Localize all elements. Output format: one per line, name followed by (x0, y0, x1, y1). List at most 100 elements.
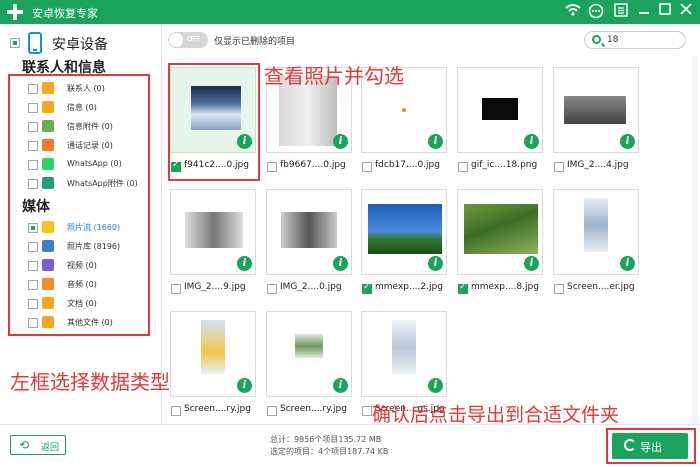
photo-tile[interactable]: i (170, 311, 256, 397)
file-name: Screen....ry.jpg (184, 404, 251, 414)
photo-thumbnail (464, 204, 538, 254)
selected-stats: 选定的项目：4个项目187.74 KB (270, 447, 389, 456)
file-name-row[interactable]: gif_ic....18.png (458, 160, 554, 174)
toggle-knob (169, 33, 183, 47)
file-checkbox[interactable] (554, 284, 564, 294)
bottom-bar: ⟲ 返回 总计：9856个项目135.72 MB 选定的项目：4个项目187.7… (0, 424, 700, 467)
device-checkbox[interactable] (10, 38, 20, 48)
file-checkbox[interactable] (458, 162, 468, 172)
file-checkbox[interactable] (554, 162, 564, 172)
photo-tile[interactable]: i (457, 67, 543, 153)
annotation-frame-export (606, 428, 696, 464)
file-name: fdcb17....0.jpg (375, 160, 440, 170)
info-icon[interactable]: i (428, 134, 443, 149)
file-name-row[interactable]: Screen....ry.jpg (171, 404, 267, 418)
minimize-icon[interactable] (635, 3, 653, 21)
file-name: IMG_2....9.jpg (184, 282, 246, 292)
wifi-icon[interactable] (564, 3, 582, 21)
photo-thumbnail (402, 108, 406, 112)
device-label: 安卓设备 (52, 37, 108, 53)
info-icon[interactable]: i (237, 256, 252, 271)
info-icon[interactable]: i (333, 256, 348, 271)
back-label: 返回 (41, 443, 60, 453)
info-icon[interactable]: i (333, 134, 348, 149)
menu-icon[interactable] (612, 3, 630, 21)
photo-thumbnail (564, 96, 626, 124)
device-row[interactable]: 安卓设备 (10, 32, 160, 56)
annotation-confirm-export: 确认后点击导出到合适文件夹 (372, 404, 620, 426)
annotation-left-frame: 左框选择数据类型 (10, 370, 170, 394)
photo-thumbnail (482, 98, 518, 120)
photo-tile[interactable]: i (457, 189, 543, 275)
file-checkbox[interactable] (171, 406, 181, 416)
back-arrow-icon: ⟲ (19, 438, 30, 452)
info-icon[interactable]: i (620, 256, 635, 271)
file-name: Screen....ry.jpg (280, 404, 347, 414)
file-checkbox[interactable] (362, 162, 372, 172)
file-checkbox[interactable] (458, 282, 468, 294)
file-name-row[interactable]: IMG_2....4.jpg (554, 160, 650, 174)
close-icon[interactable] (677, 3, 695, 21)
info-icon[interactable]: i (524, 134, 539, 149)
title-bar: 安卓恢复专家 (0, 0, 700, 24)
file-name: mmexp....2.jpg (375, 282, 443, 292)
search-input[interactable]: 18 (607, 35, 618, 45)
photo-thumbnail (584, 198, 608, 252)
info-icon[interactable]: i (524, 256, 539, 271)
back-button[interactable]: ⟲ 返回 (10, 435, 66, 455)
file-name-row[interactable]: fb9667....0.jpg (267, 160, 363, 174)
file-checkbox[interactable] (267, 284, 277, 294)
file-name-row[interactable]: mmexp....2.jpg (362, 282, 458, 296)
file-name-row[interactable]: IMG_2....0.jpg (267, 282, 363, 296)
photo-tile[interactable]: i (170, 189, 256, 275)
photo-tile[interactable]: i (553, 189, 639, 275)
search-icon (592, 35, 601, 44)
photo-thumbnail (281, 212, 337, 248)
info-icon[interactable]: i (333, 378, 348, 393)
file-name: IMG_2....0.jpg (280, 282, 342, 292)
phone-icon (28, 32, 42, 54)
photo-tile[interactable]: i (361, 311, 447, 397)
annotation-frame-selected (168, 63, 260, 181)
file-checkbox[interactable] (362, 282, 372, 294)
file-name: gif_ic....18.png (471, 160, 538, 170)
info-icon[interactable]: i (237, 378, 252, 393)
feedback-icon[interactable] (587, 3, 605, 21)
photo-tile[interactable]: i (266, 311, 352, 397)
file-name: IMG_2....4.jpg (567, 160, 629, 170)
file-name-row[interactable]: Screen....ry.jpg (267, 404, 363, 418)
file-name: fb9667....0.jpg (280, 160, 346, 170)
file-checkbox[interactable] (362, 406, 372, 416)
info-icon[interactable]: i (428, 256, 443, 271)
search-box[interactable]: 18 (584, 31, 686, 49)
photo-tile[interactable]: i (266, 189, 352, 275)
file-checkbox[interactable] (267, 406, 277, 416)
photo-thumbnail (392, 320, 416, 374)
maximize-icon[interactable] (656, 3, 674, 21)
photo-tile[interactable]: i (553, 67, 639, 153)
photo-tile[interactable]: i (361, 189, 447, 275)
file-name: Screen....er.jpg (567, 282, 635, 292)
info-icon[interactable]: i (620, 134, 635, 149)
file-name: mmexp....8.jpg (471, 282, 539, 292)
file-name-row[interactable]: fdcb17....0.jpg (362, 160, 458, 174)
info-icon[interactable]: i (428, 378, 443, 393)
file-name-row[interactable]: mmexp....8.jpg (458, 282, 554, 296)
app-title: 安卓恢复专家 (32, 7, 98, 20)
annotation-frame-left (8, 74, 150, 336)
photo-thumbnail (368, 204, 442, 254)
stats: 总计：9856个项目135.72 MB 选定的项目：4个项目187.74 KB (270, 434, 388, 458)
photo-thumbnail (295, 334, 323, 358)
app-logo-icon (6, 3, 24, 21)
toggle-state: OFF (187, 35, 201, 43)
photo-thumbnail (201, 320, 225, 374)
total-stats: 总计：9856个项目135.72 MB (270, 435, 382, 444)
file-name-row[interactable]: IMG_2....9.jpg (171, 282, 267, 296)
toggle-text: 仅显示已删除的项目 (214, 37, 296, 47)
file-name-row[interactable]: Screen....er.jpg (554, 282, 650, 296)
scrollbar[interactable] (692, 56, 698, 426)
deleted-only-toggle[interactable]: OFF (168, 32, 208, 48)
file-checkbox[interactable] (171, 284, 181, 294)
annotation-view-photos: 查看照片并勾选 (264, 64, 404, 88)
file-checkbox[interactable] (267, 162, 277, 172)
